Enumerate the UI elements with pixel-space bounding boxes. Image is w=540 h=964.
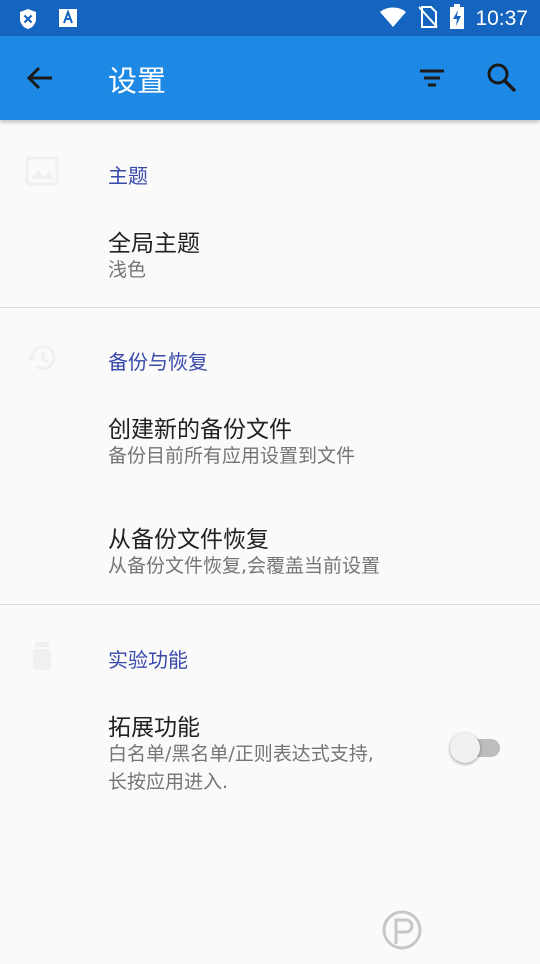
item-title: 创建新的备份文件 xyxy=(108,417,292,443)
wifi-icon xyxy=(379,6,407,32)
page-title: 设置 xyxy=(108,64,167,98)
item-title: 拓展功能 xyxy=(108,715,200,741)
no-sim-icon xyxy=(417,5,439,33)
section-header-backup: 备份与恢复 xyxy=(108,350,208,374)
restore-icon xyxy=(24,340,60,376)
shield-icon xyxy=(18,8,38,34)
extended-features-toggle[interactable] xyxy=(450,733,502,763)
divider xyxy=(0,307,540,308)
clock: 10:37 xyxy=(475,7,528,30)
list-item-restore-backup[interactable]: 从备份文件恢复 从备份文件恢复,会覆盖当前设置 xyxy=(0,502,540,602)
list-item-create-backup[interactable]: 创建新的备份文件 备份目前所有应用设置到文件 xyxy=(0,392,540,492)
section-header-experimental: 实验功能 xyxy=(108,648,188,672)
image-icon xyxy=(24,153,60,189)
item-subtitle-line2: 长按应用进入. xyxy=(108,771,229,793)
item-title: 从备份文件恢复 xyxy=(108,527,269,553)
back-arrow-icon[interactable] xyxy=(22,60,58,96)
notification-app-icon xyxy=(58,8,78,34)
divider xyxy=(0,604,540,605)
item-subtitle: 备份目前所有应用设置到文件 xyxy=(108,445,356,467)
filter-icon[interactable] xyxy=(412,60,452,96)
item-title: 全局主题 xyxy=(108,231,200,257)
app-bar: 设置 xyxy=(0,36,540,120)
section-header-theme: 主题 xyxy=(108,164,148,188)
status-bar: 10:37 xyxy=(0,0,540,36)
item-subtitle: 从备份文件恢复,会覆盖当前设置 xyxy=(108,555,381,577)
item-subtitle-line1: 白名单/黑名单/正则表达式支持, xyxy=(108,743,374,765)
search-icon[interactable] xyxy=(484,60,520,96)
item-subtitle: 浅色 xyxy=(108,259,147,281)
list-item-global-theme[interactable]: 全局主题 浅色 xyxy=(0,206,540,306)
battery-charging-icon xyxy=(449,4,465,34)
watermark-logo xyxy=(380,900,540,960)
flask-icon xyxy=(24,638,60,674)
toggle-thumb xyxy=(450,733,480,763)
